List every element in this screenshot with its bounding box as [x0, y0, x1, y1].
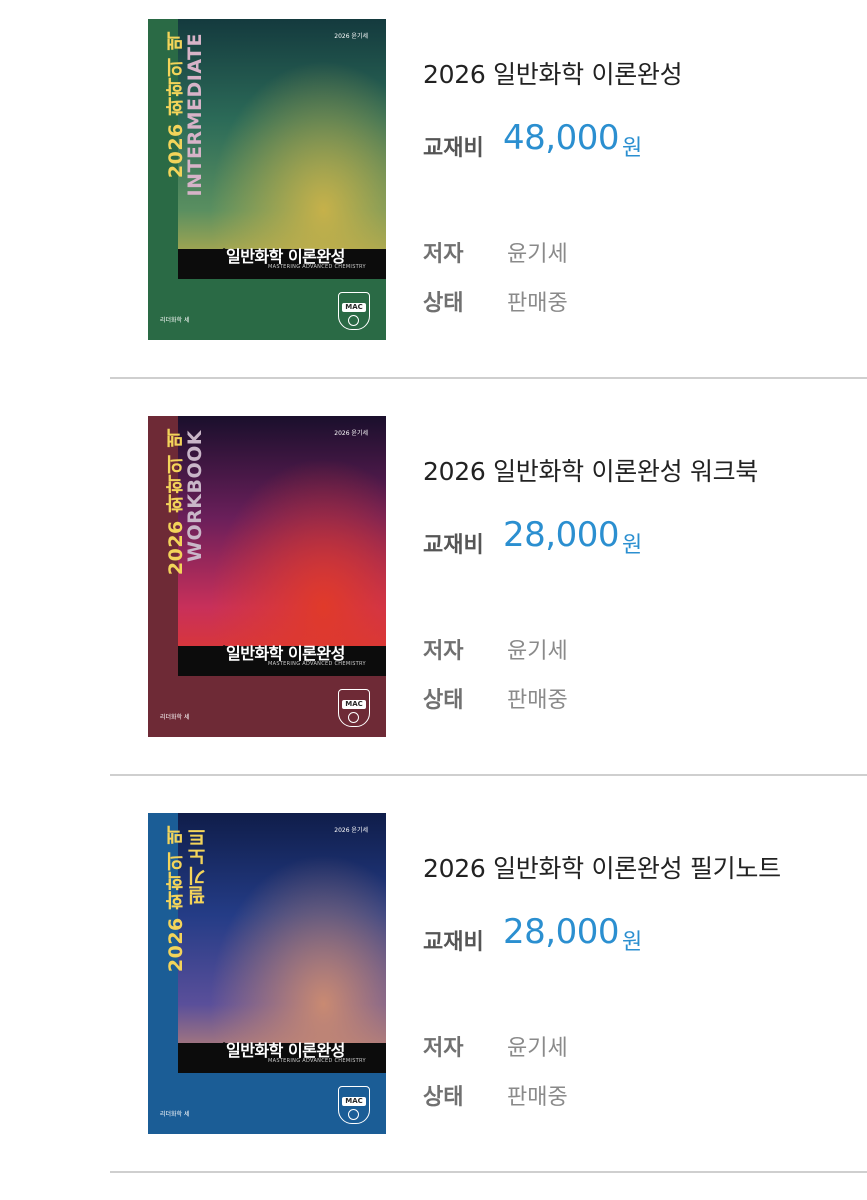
cover-author-text: 2026 윤기세 — [334, 33, 368, 40]
book-cover[interactable]: 일반화학 이론완성 MASTERING ADVANCED CHEMISTRY 2… — [148, 813, 386, 1134]
status-label: 상태 — [423, 291, 464, 316]
price-value: 28,000 — [503, 515, 619, 555]
product-title[interactable]: 2026 일반화학 이론완성 워크북 — [423, 452, 758, 488]
divider — [110, 774, 867, 776]
status-label: 상태 — [423, 1085, 464, 1110]
cover-badge-emblem-icon — [348, 712, 359, 723]
product-title[interactable]: 2026 일반화학 이론완성 필기노트 — [423, 849, 781, 885]
cover-subtitle-text: MASTERING ADVANCED CHEMISTRY — [268, 661, 366, 667]
cover-subtitle-text: MASTERING ADVANCED CHEMISTRY — [268, 264, 366, 270]
cover-publisher-text: 리더화학 세 — [160, 714, 190, 721]
status-value: 판매중 — [507, 1085, 568, 1110]
author-label: 저자 — [423, 242, 464, 267]
status-label: 상태 — [423, 688, 464, 713]
price-value: 28,000 — [503, 912, 619, 952]
price-unit: 원 — [622, 136, 643, 161]
book-cover[interactable]: 일반화학 이론완성 MASTERING ADVANCED CHEMISTRY 2… — [148, 19, 386, 340]
cover-vertical-subtitle: INTERMEDIATE — [184, 33, 206, 197]
status-value: 판매중 — [507, 688, 568, 713]
divider — [110, 1171, 867, 1173]
product-title[interactable]: 2026 일반화학 이론완성 — [423, 55, 683, 91]
cover-vertical-subtitle: 필기노트 — [187, 827, 209, 905]
cover-badge-emblem-icon — [348, 315, 359, 326]
author-label: 저자 — [423, 639, 464, 664]
price-label: 교재비 — [423, 136, 484, 161]
price-unit: 원 — [622, 533, 643, 558]
product-item: 일반화학 이론완성 MASTERING ADVANCED CHEMISTRY 2… — [0, 0, 867, 397]
cover-badge: MAC — [338, 1086, 370, 1124]
author-value: 윤기세 — [507, 1036, 568, 1061]
cover-badge-text: MAC — [342, 303, 366, 312]
price-label: 교재비 — [423, 930, 484, 955]
author-label: 저자 — [423, 1036, 464, 1061]
status-value: 판매중 — [507, 291, 568, 316]
cover-badge-text: MAC — [342, 700, 366, 709]
cover-publisher-text: 리더화학 세 — [160, 1111, 190, 1118]
divider — [110, 377, 867, 379]
cover-author-text: 2026 윤기세 — [334, 827, 368, 834]
cover-badge-emblem-icon — [348, 1109, 359, 1120]
cover-subtitle-text: MASTERING ADVANCED CHEMISTRY — [268, 1058, 366, 1064]
cover-publisher-text: 리더화학 세 — [160, 317, 190, 324]
author-value: 윤기세 — [507, 242, 568, 267]
cover-badge: MAC — [338, 292, 370, 330]
cover-author-text: 2026 윤기세 — [334, 430, 368, 437]
author-value: 윤기세 — [507, 639, 568, 664]
product-item: 일반화학 이론완성 MASTERING ADVANCED CHEMISTRY 2… — [0, 397, 867, 794]
price-value: 48,000 — [503, 118, 619, 158]
price-label: 교재비 — [423, 533, 484, 558]
cover-vertical-subtitle: WORKBOOK — [184, 430, 206, 562]
cover-badge-text: MAC — [342, 1097, 366, 1106]
price-unit: 원 — [622, 930, 643, 955]
product-item: 일반화학 이론완성 MASTERING ADVANCED CHEMISTRY 2… — [0, 794, 867, 1191]
cover-badge: MAC — [338, 689, 370, 727]
book-cover[interactable]: 일반화학 이론완성 MASTERING ADVANCED CHEMISTRY 2… — [148, 416, 386, 737]
